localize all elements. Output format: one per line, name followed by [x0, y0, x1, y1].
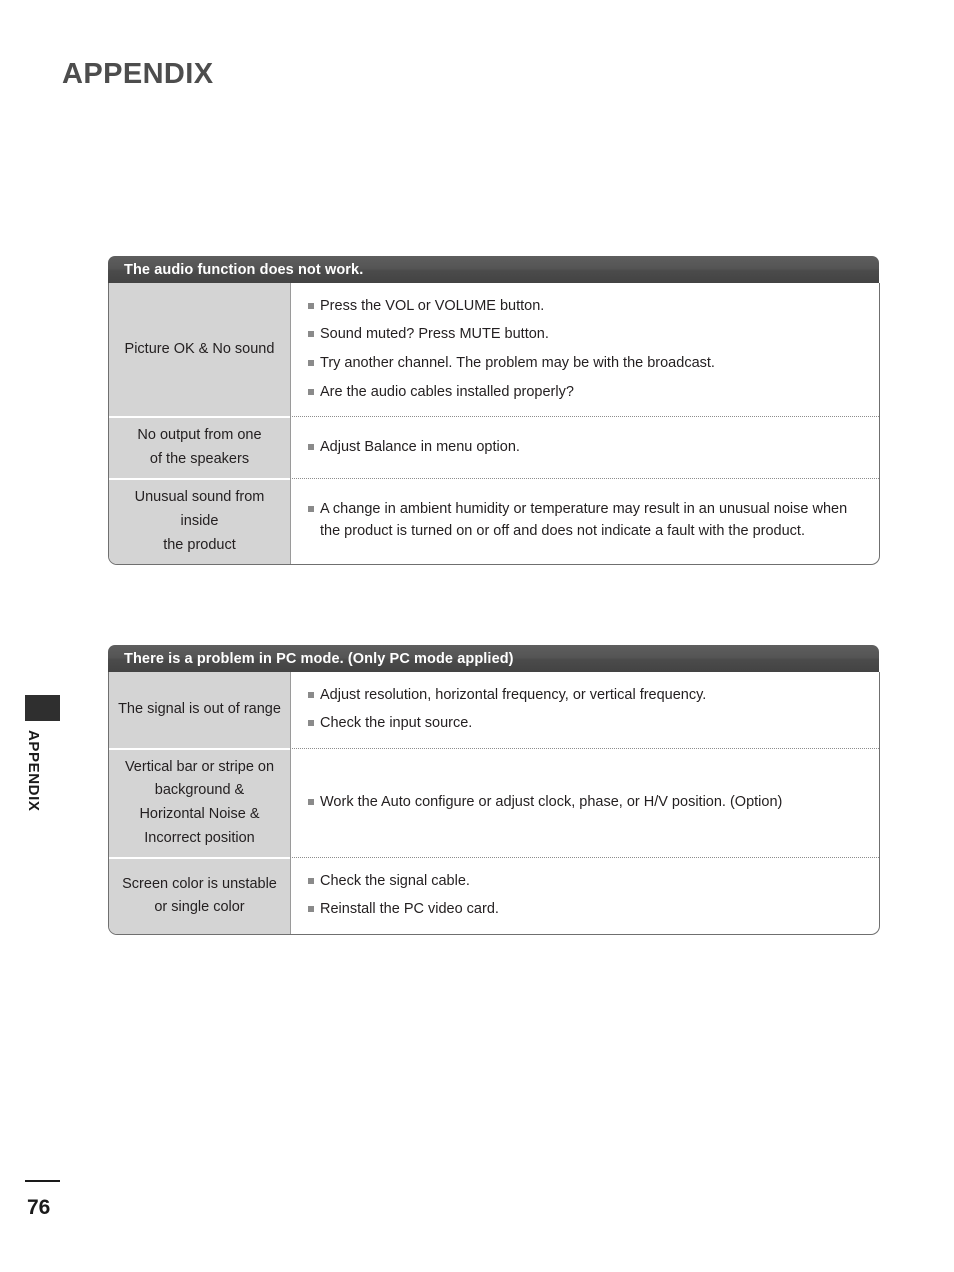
table-row: The signal is out of range Adjust resolu… [109, 672, 879, 748]
bullet-text: Adjust resolution, horizontal frequency,… [320, 686, 707, 703]
row-label-line: The signal is out of range [118, 700, 281, 717]
bullet-item: Work the Auto configure or adjust clock,… [308, 792, 869, 814]
bullet-item: Reinstall the PC video card. [308, 899, 869, 921]
row-label-line: Screen color is unstable [122, 875, 277, 892]
bullet-text: A change in ambient humidity or temperat… [320, 501, 848, 540]
bullet-text: Press the VOL or VOLUME button. [320, 297, 545, 314]
bullet-square-icon [308, 443, 314, 450]
row-label-line: Unusual sound from [134, 488, 265, 505]
row-label: Vertical bar or stripe on background & H… [109, 747, 290, 858]
table-title: The audio function does not work. [124, 261, 364, 278]
bullet-text: Adjust Balance in menu option. [320, 438, 520, 455]
bullet-text: Are the audio cables installed properly? [320, 383, 574, 400]
bullet-square-icon [308, 388, 314, 395]
bullet-square-icon [308, 302, 314, 309]
bullet-text: Work the Auto configure or adjust clock,… [320, 793, 783, 810]
bullet-text: Check the input source. [320, 715, 473, 732]
row-content: Adjust Balance in menu option. [290, 416, 879, 478]
section-tab-marker [25, 695, 60, 721]
troubleshooting-table-audio: The audio function does not work. Pictur… [108, 256, 880, 565]
bullet-item: Check the input source. [308, 713, 869, 735]
row-content: Adjust resolution, horizontal frequency,… [290, 672, 879, 748]
row-label-line: the product [163, 536, 236, 553]
bullet-item: Press the VOL or VOLUME button. [308, 296, 869, 318]
row-label-line: Picture OK & No sound [124, 340, 275, 357]
row-label: Screen color is unstable or single color [109, 857, 290, 934]
bullet-text: Check the signal cable. [320, 872, 470, 889]
bullet-text: Sound muted? Press MUTE button. [320, 326, 549, 343]
row-label: Picture OK & No sound [109, 283, 290, 416]
row-label-line: Horizontal Noise & [139, 806, 260, 823]
bullet-square-icon [308, 906, 314, 913]
bullet-text: Try another channel. The problem may be … [320, 355, 715, 371]
footer-divider [25, 1180, 60, 1182]
table-row: Vertical bar or stripe on background & H… [109, 747, 879, 858]
row-label-line: or single color [154, 899, 245, 916]
bullet-square-icon [308, 720, 314, 727]
bullet-item: Adjust Balance in menu option. [308, 437, 869, 459]
bullet-square-icon [308, 506, 314, 513]
row-content: Work the Auto configure or adjust clock,… [290, 747, 879, 858]
bullet-square-icon [308, 331, 314, 338]
row-label-line: inside [180, 512, 219, 529]
row-label: The signal is out of range [109, 672, 290, 748]
bullet-square-icon [308, 798, 314, 805]
table-row: Picture OK & No sound Press the VOL or V… [109, 283, 879, 416]
row-label-line: background & [154, 782, 245, 799]
page-title: APPENDIX [62, 58, 214, 90]
row-label-line: No output from one [137, 427, 262, 443]
bullet-item: Check the signal cable. [308, 871, 869, 893]
table-row: Unusual sound from inside the product A … [109, 477, 879, 564]
bullet-item: Sound muted? Press MUTE button. [308, 324, 869, 346]
bullet-item: Try another channel. The problem may be … [308, 353, 869, 375]
table-row: Screen color is unstable or single color… [109, 857, 879, 934]
table-row: No output from one of the speakers Adjus… [109, 416, 879, 478]
section-vertical-label: APPENDIX [25, 730, 42, 812]
row-content: Check the signal cable. Reinstall the PC… [290, 857, 879, 934]
bullet-item: Adjust resolution, horizontal frequency,… [308, 685, 869, 707]
page-number: 76 [27, 1196, 51, 1219]
row-label-line: Incorrect position [144, 830, 255, 847]
table-header-audio: The audio function does not work. [108, 256, 879, 283]
table-header-pc-mode: There is a problem in PC mode. (Only PC … [108, 645, 879, 672]
bullet-text: Reinstall the PC video card. [320, 901, 499, 918]
table-body: Picture OK & No sound Press the VOL or V… [108, 283, 880, 565]
row-content: Press the VOL or VOLUME button. Sound mu… [290, 283, 879, 416]
bullet-item: Are the audio cables installed properly? [308, 382, 869, 404]
table-title: There is a problem in PC mode. (Only PC … [124, 650, 514, 667]
row-label: No output from one of the speakers [109, 416, 290, 478]
bullet-square-icon [308, 360, 314, 366]
bullet-square-icon [308, 691, 314, 698]
row-content: A change in ambient humidity or temperat… [290, 477, 879, 564]
table-body: The signal is out of range Adjust resolu… [108, 672, 880, 935]
row-label: Unusual sound from inside the product [109, 477, 290, 564]
bullet-item: A change in ambient humidity or temperat… [308, 499, 869, 543]
troubleshooting-table-pc-mode: There is a problem in PC mode. (Only PC … [108, 645, 880, 935]
row-label-line: of the speakers [149, 450, 250, 467]
row-label-line: Vertical bar or stripe on [124, 758, 275, 775]
bullet-square-icon [308, 877, 314, 884]
